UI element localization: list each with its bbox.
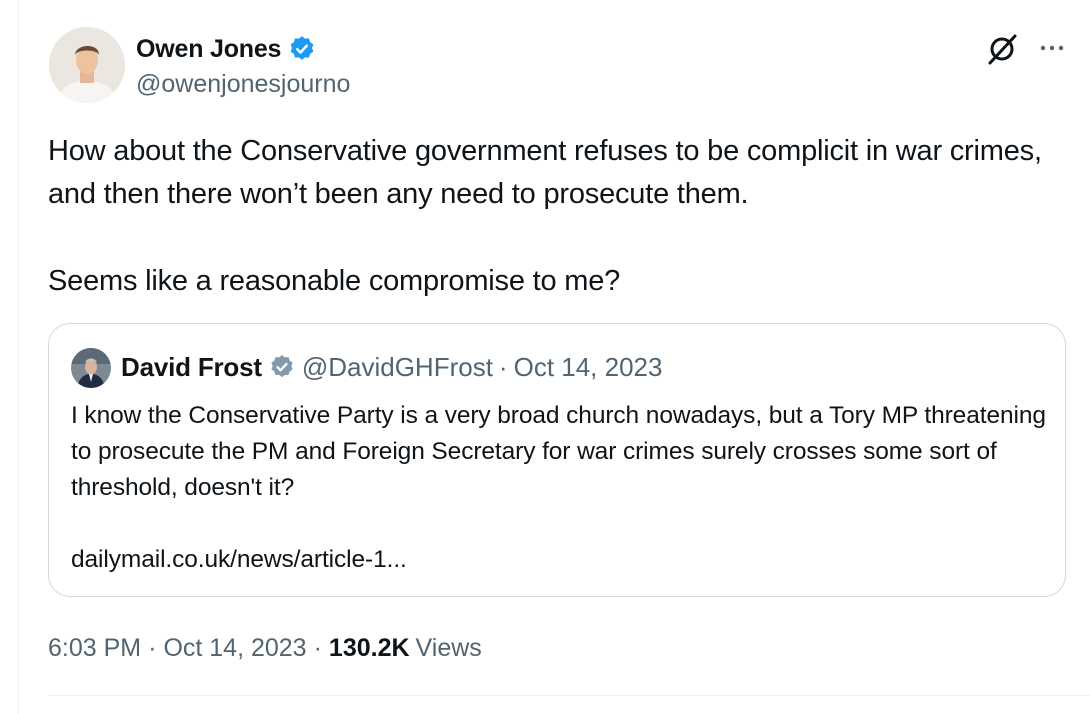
- quoted-author-handle: @DavidGHFrost: [301, 351, 493, 382]
- separator-dot: ·: [313, 633, 322, 662]
- tweet-meta: 6:03 PM · Oct 14, 2023 · 130.2K Views: [48, 632, 482, 664]
- quoted-paragraph: I know the Conservative Party is a very …: [71, 402, 1046, 501]
- tweet-paragraph: Seems like a reasonable compromise to me…: [48, 265, 621, 297]
- bottom-divider: [48, 695, 1090, 696]
- person-avatar-icon: [49, 27, 125, 103]
- verified-badge-icon: [271, 355, 293, 378]
- person-avatar-icon: [71, 348, 111, 388]
- quoted-tweet-card[interactable]: David Frost @DavidGHFrost · Oct 14, 2023…: [48, 323, 1066, 597]
- tweet-time[interactable]: 6:03 PM: [48, 634, 141, 663]
- verified-badge-icon: [290, 36, 314, 60]
- quoted-author-avatar: [71, 348, 111, 388]
- separator-dot: ·: [148, 633, 157, 662]
- views-count: 130.2K: [328, 633, 410, 662]
- tweet-date[interactable]: Oct 14, 2023: [163, 634, 306, 663]
- quoted-tweet-header: David Frost @DavidGHFrost · Oct 14, 2023: [121, 350, 662, 384]
- more-options-icon[interactable]: [1038, 34, 1066, 62]
- tweet-paragraph: How about the Conservative government re…: [48, 135, 1042, 210]
- quoted-tweet-date: Oct 14, 2023: [513, 351, 663, 382]
- author-avatar[interactable]: [49, 27, 125, 103]
- author-name[interactable]: Owen Jones: [136, 35, 281, 64]
- quoted-link: dailymail.co.uk/news/article-1...: [71, 546, 407, 573]
- tweet-text: How about the Conservative government re…: [48, 130, 1058, 303]
- quoted-author-name: David Frost: [121, 351, 262, 382]
- grok-icon[interactable]: [985, 32, 1019, 66]
- quoted-tweet-text: I know the Conservative Party is a very …: [71, 398, 1051, 578]
- left-divider: [18, 0, 19, 714]
- separator-dot: ·: [498, 351, 508, 382]
- author-name-row: Owen Jones: [136, 32, 317, 66]
- author-handle[interactable]: @owenjonesjourno: [136, 70, 350, 99]
- views-label: Views: [415, 633, 482, 662]
